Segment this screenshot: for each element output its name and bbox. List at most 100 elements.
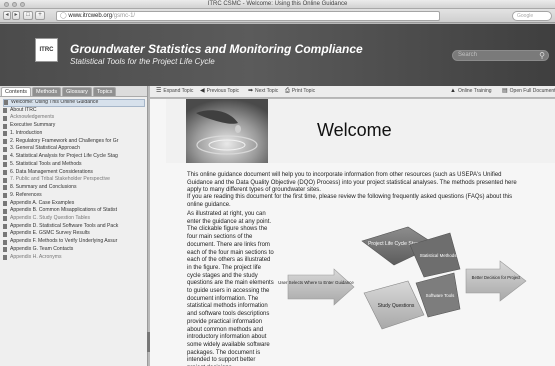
- book-icon: [3, 224, 7, 230]
- itrc-logo[interactable]: ITRC: [35, 38, 58, 62]
- water-drop-image: [186, 99, 268, 163]
- guidance-description: As illustrated at right, you can enter t…: [187, 211, 274, 366]
- printer-icon: ⎙: [285, 88, 290, 94]
- toc-item[interactable]: Acknowledgements: [3, 114, 145, 122]
- right-arrow-icon: ➡: [248, 88, 254, 94]
- toc-item[interactable]: Appendix D. Statistical Software Tools a…: [3, 223, 145, 231]
- document-icon: ▤: [502, 88, 508, 94]
- page-icon: [3, 108, 7, 114]
- search-icon[interactable]: ⚲: [539, 51, 545, 60]
- decision-arrow[interactable]: Better Decision for Project: [465, 260, 527, 302]
- bookmark-button[interactable]: +: [35, 11, 45, 20]
- browser-toolbar: ◂ ▸ □ + ◯ www.itrcweb.org/gsmc-1/ Google: [0, 9, 555, 23]
- tab-methods[interactable]: Methods: [32, 87, 62, 96]
- decision-label: Better Decision for Project: [472, 275, 521, 280]
- site-subtitle: Statistical Tools for the Project Life C…: [70, 57, 215, 66]
- navigation-tabs: Contents Methods Glossary Topics: [0, 86, 147, 97]
- toc-item[interactable]: 6. Data Management Considerations: [3, 169, 145, 177]
- next-topic-button[interactable]: ➡ Next Topic: [248, 87, 278, 96]
- forward-arrow-icon: ▸: [14, 12, 18, 18]
- toc-item[interactable]: Appendix A. Case Examples: [3, 200, 145, 208]
- content-toolbar: ☰ Expand Topic ◀ Previous Topic ➡ Next Topi…: [150, 86, 555, 98]
- graduation-cap-icon: ▲: [450, 88, 456, 94]
- software-tools-block[interactable]: Software Tools: [415, 272, 461, 318]
- book-icon: [3, 193, 7, 199]
- address-bar[interactable]: ◯ www.itrcweb.org/gsmc-1/: [56, 11, 440, 21]
- window-titlebar: ITRC CSMC - Welcome: Using this Online G…: [0, 0, 555, 9]
- book-icon: [3, 200, 7, 206]
- book-icon: [3, 185, 7, 191]
- guidance-figure: User Selects Where to Enter Guidance Pro…: [278, 226, 527, 330]
- site-search-input[interactable]: Search ⚲: [452, 50, 549, 61]
- tab-topics[interactable]: Topics: [92, 87, 117, 96]
- toc-item[interactable]: About ITRC: [3, 107, 145, 115]
- software-tools-label: Software Tools: [426, 293, 456, 298]
- toc-item[interactable]: Appendix B. Common Misapplications of St…: [3, 207, 145, 215]
- site-title: Groundwater Statistics and Monitoring Co…: [70, 42, 363, 56]
- intro-paragraph: This online guidance document will help …: [187, 172, 517, 193]
- forward-button[interactable]: ▸: [12, 11, 20, 20]
- toc-item[interactable]: 7. Public and Tribal Stakeholder Perspec…: [3, 176, 145, 184]
- study-questions-label: Study Questions: [378, 303, 415, 309]
- toc-item[interactable]: 8. Summary and Conclusions: [3, 184, 145, 192]
- toc-item[interactable]: Executive Summary: [3, 122, 145, 130]
- methods-label: Statistical Methods: [420, 253, 458, 258]
- back-arrow-icon: ◂: [5, 12, 9, 18]
- table-of-contents: Welcome: Using This Online Guidance Abou…: [0, 97, 147, 261]
- url-domain: www.itrcweb.org: [68, 13, 113, 19]
- sidebar-icon: □: [26, 12, 30, 18]
- toc-item[interactable]: Appendix G. Team Contacts: [3, 246, 145, 254]
- site-header: ITRC Groundwater Statistics and Monitori…: [0, 24, 555, 86]
- book-icon: [3, 146, 7, 152]
- tab-contents[interactable]: Contents: [1, 87, 32, 96]
- entry-label: User Selects Where to Enter Guidance: [278, 280, 354, 285]
- book-icon: [3, 177, 7, 183]
- window-title: ITRC CSMC - Welcome: Using this Online G…: [207, 1, 348, 7]
- entry-arrow[interactable]: User Selects Where to Enter Guidance: [278, 268, 355, 306]
- left-arrow-icon: ◀: [200, 88, 205, 94]
- plus-icon: +: [38, 12, 42, 18]
- back-button[interactable]: ◂: [3, 11, 11, 20]
- globe-icon: ◯: [60, 13, 67, 19]
- toc-item[interactable]: Appendix F. Methods to Verify Underlying…: [3, 238, 145, 246]
- book-icon: [3, 154, 7, 160]
- book-icon: [3, 162, 7, 168]
- toc-item[interactable]: Welcome: Using This Online Guidance: [3, 99, 145, 107]
- online-training-button[interactable]: ▲ Online Training: [450, 87, 492, 96]
- book-icon: [3, 231, 7, 237]
- book-icon: [3, 208, 7, 214]
- toc-item[interactable]: 9. References: [3, 192, 145, 200]
- study-questions-block[interactable]: Study Questions: [363, 280, 425, 330]
- page-title: Welcome: [317, 120, 392, 140]
- previous-topic-button[interactable]: ◀ Previous Topic: [200, 87, 239, 96]
- browser-search-input[interactable]: Google: [512, 11, 552, 21]
- book-icon: [3, 239, 7, 245]
- toc-item[interactable]: 1. Introduction: [3, 130, 145, 138]
- faq-paragraph: If you are reading this document for the…: [187, 194, 513, 208]
- expand-topic-button[interactable]: ☰ Expand Topic: [156, 87, 193, 96]
- url-path: /gsmc-1/: [112, 13, 136, 19]
- toc-item[interactable]: 5. Statistical Tools and Methods: [3, 161, 145, 169]
- topic-content: Welcome This online guidance document wi…: [150, 99, 555, 366]
- book-icon: [3, 169, 7, 175]
- welcome-banner: Welcome: [166, 99, 555, 163]
- book-icon: [3, 139, 7, 145]
- sidebar-toggle-button[interactable]: □: [23, 11, 33, 20]
- page-icon: [3, 115, 7, 121]
- page-icon: [4, 100, 8, 106]
- open-full-document-button[interactable]: ▤ Open Full Document: [502, 87, 555, 96]
- toc-item[interactable]: Appendix C. Study Question Tables: [3, 215, 145, 223]
- tab-glossary[interactable]: Glossary: [62, 87, 92, 96]
- page-icon: [3, 123, 7, 129]
- toc-item[interactable]: 4. Statistical Analysis for Project Life…: [3, 153, 145, 161]
- navigation-pane: Contents Methods Glossary Topics Welcome…: [0, 86, 151, 366]
- book-icon: [3, 216, 7, 222]
- book-icon: [3, 255, 7, 261]
- book-icon: [3, 247, 7, 253]
- toc-item[interactable]: 2. Regulatory Framework and Challenges f…: [3, 138, 145, 146]
- toc-item[interactable]: Appendix E. GSMC Survey Results: [3, 230, 145, 238]
- list-icon: ☰: [156, 88, 162, 94]
- toc-item[interactable]: 3. General Statistical Approach: [3, 145, 145, 153]
- toc-item[interactable]: Appendix H. Acronyms: [3, 254, 145, 262]
- print-topic-button[interactable]: ⎙ Print Topic: [285, 87, 315, 96]
